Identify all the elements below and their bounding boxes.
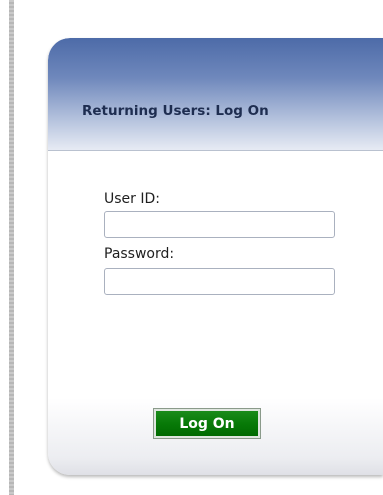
left-divider-rule [9, 0, 14, 495]
login-card-title: Returning Users: Log On [82, 103, 269, 119]
user-id-label: User ID: [104, 191, 160, 207]
page: Returning Users: Log On User ID: Passwor… [0, 0, 383, 495]
password-input[interactable] [104, 268, 335, 295]
login-card-header: Returning Users: Log On [48, 38, 383, 150]
login-card: Returning Users: Log On User ID: Passwor… [48, 38, 383, 475]
user-id-input[interactable] [104, 211, 335, 238]
log-on-button[interactable]: Log On [153, 408, 261, 439]
password-label: Password: [104, 246, 175, 262]
